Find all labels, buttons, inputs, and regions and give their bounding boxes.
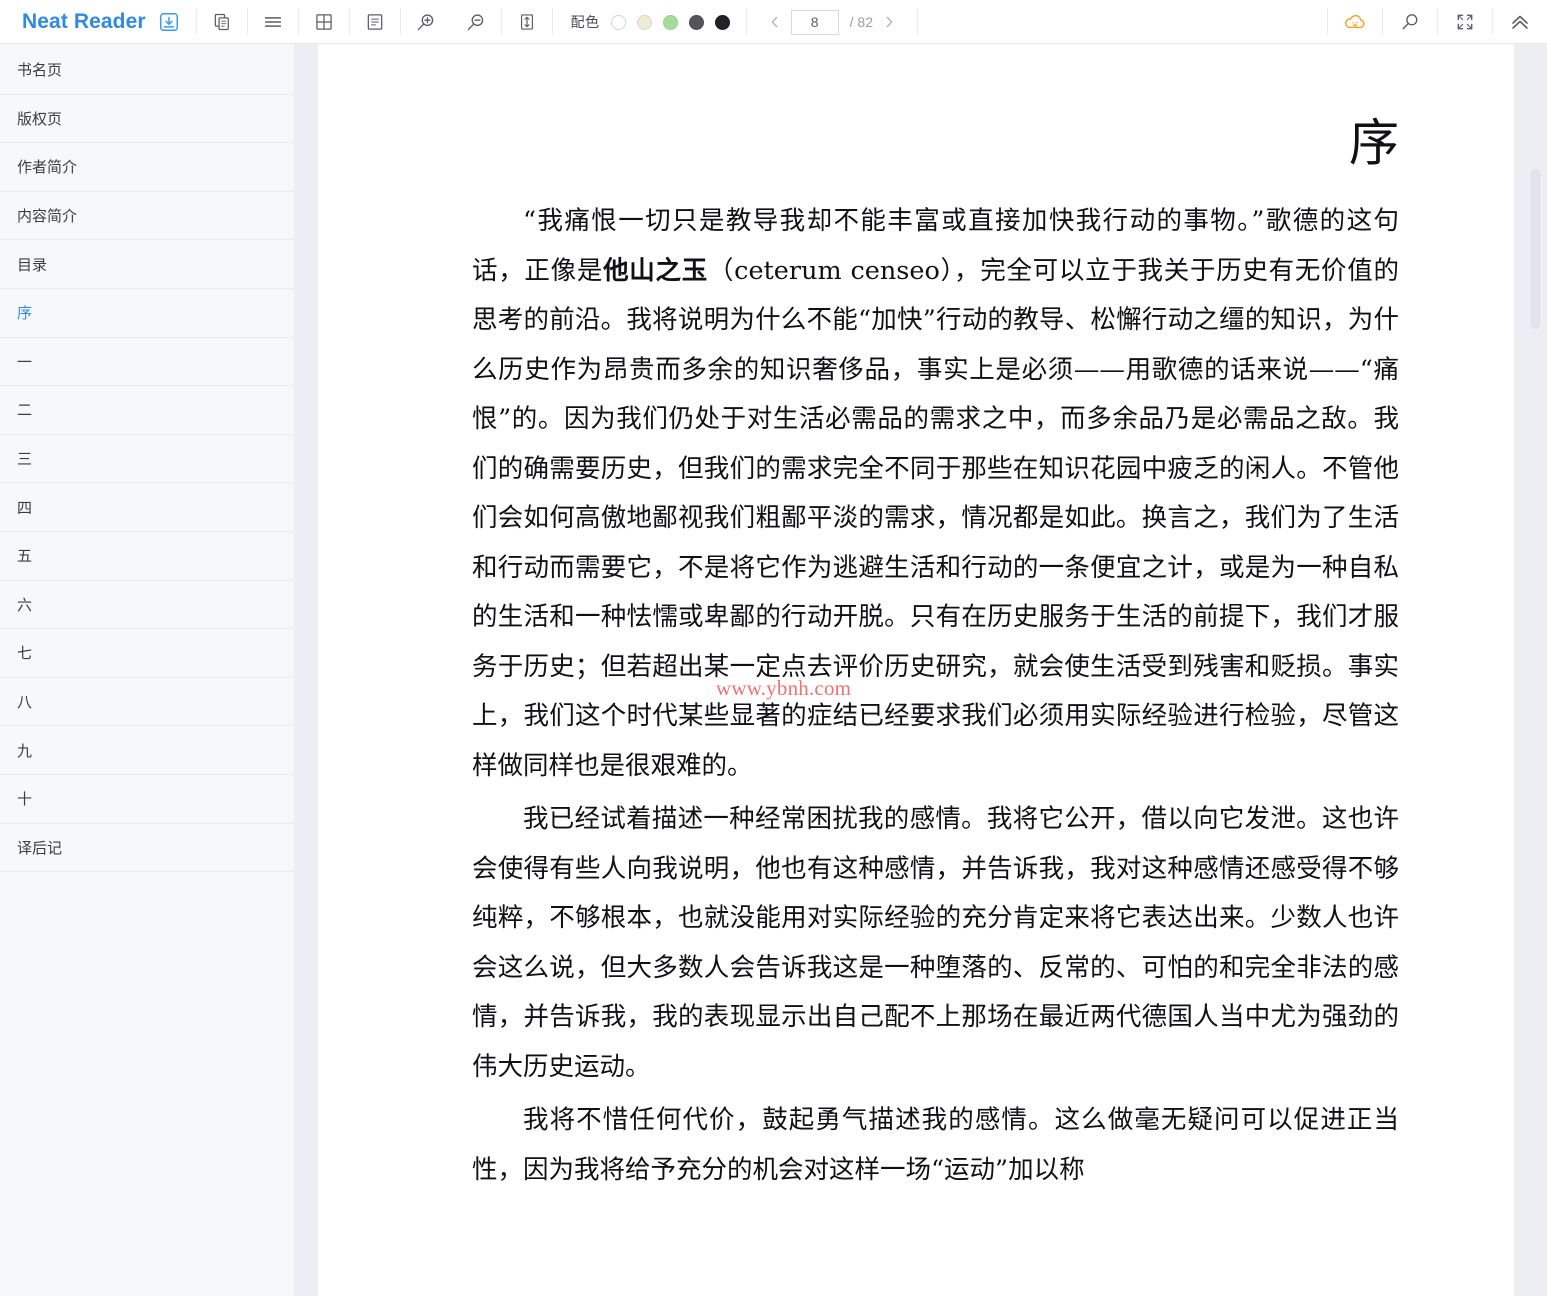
document-text-icon[interactable] [350, 0, 400, 44]
paragraph-1-emphasis: 他山之玉 [603, 255, 708, 286]
toc-item-9[interactable]: 四 [0, 483, 294, 532]
toc-item-5-active[interactable]: 序 [0, 289, 294, 338]
scheme-swatch-green[interactable] [662, 14, 678, 30]
color-scheme-picker: 配色 [553, 0, 746, 44]
toc-item-label: 作者简介 [17, 159, 78, 177]
zoom-out-icon[interactable] [451, 0, 501, 44]
scheme-swatch-white[interactable] [610, 14, 626, 30]
reader-body: 书名页 版权页 作者简介 内容简介 目录 序 一 二 三 四 五 六 七 八 九… [0, 44, 1547, 1296]
toc-item-7[interactable]: 二 [0, 386, 294, 435]
toc-item-label: 书名页 [17, 62, 63, 80]
paragraph-1-part-b: （ceterum censeo），完全可以立于我关于历史有无价值的思考的前沿。我… [472, 255, 1399, 781]
toc-item-2[interactable]: 作者简介 [0, 143, 294, 192]
vertical-scrollbar-thumb[interactable] [1531, 169, 1540, 329]
color-scheme-label: 配色 [570, 14, 600, 30]
toc-item-label: 十 [17, 791, 33, 809]
toc-item-0[interactable]: 书名页 [0, 46, 294, 95]
paragraph-2: 我已经试着描述一种经常困扰我的感情。我将它公开，借以向它发泄。这也许会使得有些人… [472, 804, 1399, 1082]
scheme-swatch-black[interactable] [714, 14, 730, 30]
toc-item-10[interactable]: 五 [0, 532, 294, 581]
scheme-swatch-gray[interactable] [688, 14, 704, 30]
toc-sidebar[interactable]: 书名页 版权页 作者简介 内容简介 目录 序 一 二 三 四 五 六 七 八 九… [0, 44, 294, 1296]
collapse-up-icon[interactable] [1493, 0, 1547, 44]
reading-page-area[interactable]: 序 “我痛恨一切只是教导我却不能丰富或直接加快我行动的事物。”歌德的这句话，正像… [318, 44, 1547, 1296]
toc-item-label: 五 [17, 548, 33, 566]
page-navigation: / 82 [747, 0, 917, 44]
toc-item-label: 二 [17, 402, 33, 420]
toc-item-4[interactable]: 目录 [0, 240, 294, 289]
paragraph-3: 我将不惜任何代价，鼓起勇气描述我的感情。这么做毫无疑问可以促进正当性，因为我将给… [472, 1105, 1399, 1185]
toc-item-label: 六 [17, 596, 33, 614]
line-spacing-icon[interactable] [502, 0, 552, 44]
toc-item-label: 九 [17, 742, 33, 760]
chevron-left-icon[interactable] [761, 7, 789, 37]
toc-item-1[interactable]: 版权页 [0, 95, 294, 144]
book-page: 序 “我痛恨一切只是教导我却不能丰富或直接加快我行动的事物。”歌德的这句话，正像… [318, 44, 1547, 1296]
page-number-input[interactable] [790, 9, 839, 35]
toc-item-label: 一 [17, 353, 33, 371]
toc-item-16[interactable]: 译后记 [0, 824, 294, 873]
toc-item-14[interactable]: 九 [0, 726, 294, 775]
toc-item-label: 目录 [17, 256, 48, 274]
toc-item-11[interactable]: 六 [0, 581, 294, 630]
sidebar-page-gutter [294, 44, 318, 1296]
neat-reader-window: Neat Reader 配色 8 / 82 书名页 版权页 作者简介 内容简介 … [0, 0, 1547, 1296]
page-right-rail [1514, 44, 1547, 1296]
fullscreen-icon[interactable] [1438, 0, 1492, 44]
scheme-swatch-cream[interactable] [636, 14, 652, 30]
app-title: Neat Reader [22, 9, 146, 33]
toc-item-3[interactable]: 内容简介 [0, 192, 294, 241]
zoom-in-icon[interactable] [401, 0, 451, 44]
toc-item-label: 版权页 [17, 110, 63, 128]
chapter-title: 序 [1349, 114, 1399, 172]
hamburger-menu-icon[interactable] [248, 0, 298, 44]
grid-layout-icon[interactable] [299, 0, 349, 44]
toc-item-label: 三 [17, 451, 33, 469]
cloud-sync-icon[interactable] [1328, 0, 1382, 44]
page-total-label: / 82 [849, 14, 874, 30]
toc-item-label: 七 [17, 645, 33, 663]
toc-item-6[interactable]: 一 [0, 338, 294, 387]
save-download-icon[interactable] [156, 9, 182, 35]
toc-item-label: 序 [17, 305, 33, 323]
app-brand: Neat Reader [0, 0, 196, 43]
chevron-right-icon[interactable] [875, 7, 903, 37]
toc-item-label: 内容简介 [17, 208, 78, 226]
search-icon[interactable] [1383, 0, 1437, 44]
toc-item-12[interactable]: 七 [0, 629, 294, 678]
toc-item-15[interactable]: 十 [0, 775, 294, 824]
copy-pages-icon[interactable] [197, 0, 247, 44]
top-toolbar: Neat Reader 配色 8 / 82 [0, 0, 1547, 44]
toc-item-8[interactable]: 三 [0, 435, 294, 484]
toc-item-label: 四 [17, 499, 33, 517]
toc-item-label: 译后记 [17, 839, 63, 857]
paragraph-1: “我痛恨一切只是教导我却不能丰富或直接加快我行动的事物。”歌德的这句话，正像是他… [472, 197, 1399, 791]
toc-item-label: 八 [17, 694, 33, 712]
toc-item-13[interactable]: 八 [0, 678, 294, 727]
